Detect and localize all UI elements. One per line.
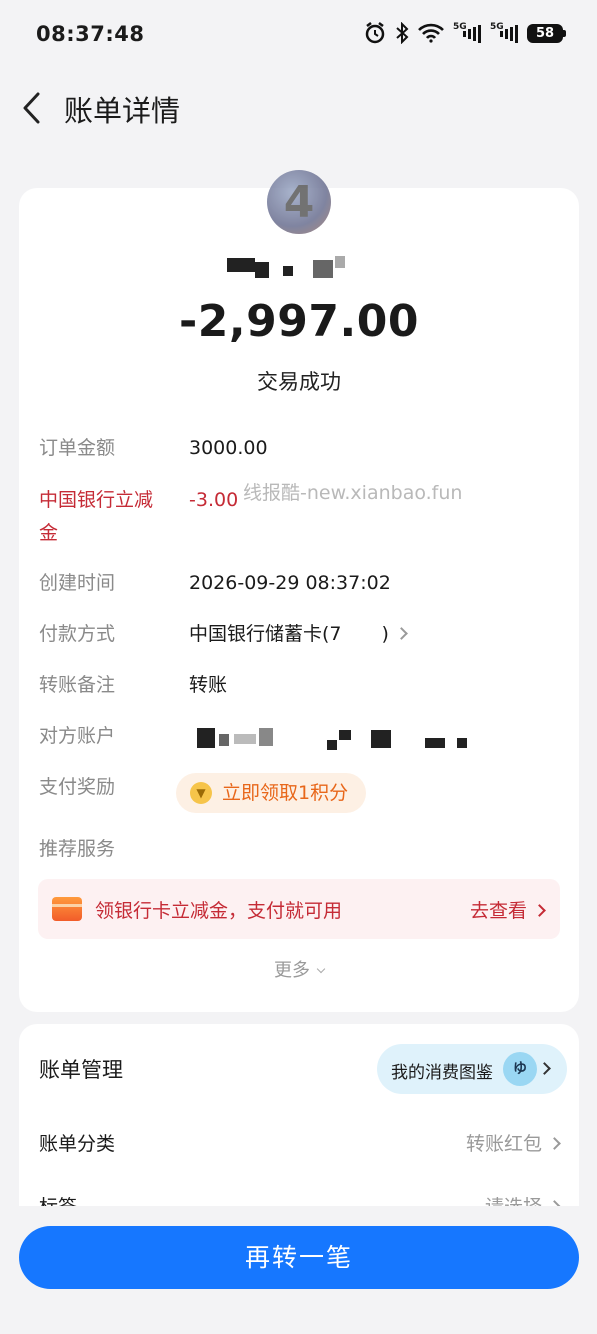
transfer-again-button[interactable]: 再转一笔 <box>19 1226 579 1289</box>
watermark-text: 线报酷-new.xianbao.fun <box>243 482 463 504</box>
page-title: 账单详情 <box>64 94 181 128</box>
album-mascot-icon: ゆ <box>503 1052 537 1086</box>
transaction-card: 4 -2,997.00 交易成功 订单金额 3000.00 中国银行立减金 -3… <box>19 170 579 1012</box>
bill-category-value: 转账红包 <box>466 1129 561 1156</box>
promo-banner[interactable]: 领银行卡立减金，支付就可用 去查看 <box>38 879 560 939</box>
chevron-right-icon <box>395 627 408 640</box>
detail-value: 3000.00 <box>189 437 268 459</box>
status-time: 08:37:48 <box>36 22 145 46</box>
bluetooth-icon <box>395 22 409 44</box>
more-toggle[interactable]: 更多 <box>19 956 579 982</box>
counterparty-redacted <box>189 720 489 753</box>
promo-text: 领银行卡立减金，支付就可用 <box>95 900 343 922</box>
chevron-down-icon <box>316 964 326 974</box>
status-icons: 5G 5G 58 <box>364 22 566 44</box>
promo-view-link[interactable]: 去查看 <box>470 896 546 923</box>
chevron-right-icon <box>533 904 546 917</box>
transaction-amount: -2,997.00 <box>179 296 419 347</box>
signal-icon: 5G <box>453 23 481 43</box>
claim-points-button[interactable]: ▼ 立即领取1积分 <box>176 773 367 813</box>
status-bar: 08:37:48 5G 5G 58 <box>0 0 597 70</box>
alarm-icon <box>364 22 386 44</box>
transaction-status: 交易成功 <box>257 370 341 394</box>
chevron-right-icon <box>538 1062 551 1075</box>
detail-label: 推荐服务 <box>39 838 116 860</box>
bank-card-icon <box>52 897 82 921</box>
detail-label: 支付奖励 <box>39 776 116 798</box>
detail-label: 付款方式 <box>39 623 116 645</box>
battery-icon: 58 <box>527 23 566 43</box>
wifi-icon <box>418 23 444 43</box>
detail-label: 转账备注 <box>39 674 116 696</box>
chevron-right-icon <box>548 1137 561 1150</box>
detail-label: 中国银行立减金 <box>39 489 154 544</box>
detail-label: 订单金额 <box>39 437 116 459</box>
detail-value: 中国银行储蓄卡(7) <box>189 618 408 651</box>
back-button[interactable] <box>18 88 48 128</box>
spending-album-button[interactable]: 我的消费图鉴 ゆ <box>377 1044 567 1094</box>
payee-name-redacted <box>227 256 351 278</box>
nav-bar: 账单详情 <box>0 72 597 142</box>
detail-value: 2026-09-29 08:37:02 <box>189 572 391 594</box>
detail-label: 对方账户 <box>39 725 116 747</box>
detail-value: -3.00 <box>189 489 239 511</box>
section-title: 账单管理 <box>39 1058 123 1082</box>
bill-category-label: 账单分类 <box>39 1133 116 1155</box>
detail-label: 创建时间 <box>39 572 116 594</box>
signal-icon: 5G <box>490 23 518 43</box>
coin-icon: ▼ <box>190 782 212 804</box>
detail-value: 转账 <box>189 674 228 696</box>
claim-points-label: 立即领取1积分 <box>222 782 349 804</box>
avatar: 4 <box>267 170 331 234</box>
chevron-left-icon <box>23 92 40 124</box>
spending-album-label: 我的消费图鉴 <box>391 1063 493 1083</box>
